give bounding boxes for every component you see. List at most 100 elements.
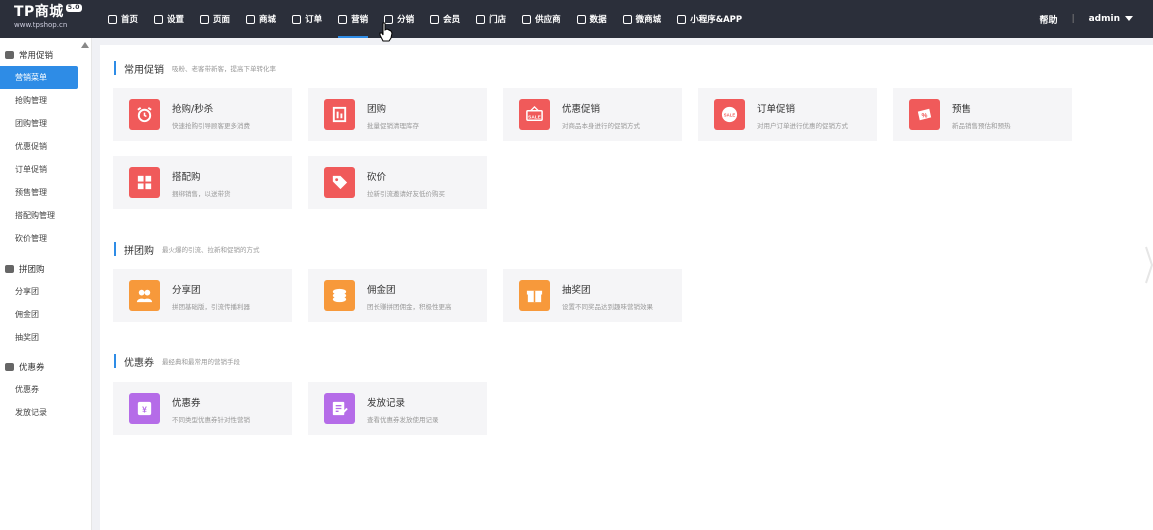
alarm-clock-icon [129, 99, 160, 130]
feature-card[interactable]: 佣金团 团长赚拼团佣金，积极性更高 [308, 269, 487, 322]
nav-label: 订单 [305, 15, 323, 25]
nav-item-1[interactable]: 设置 [146, 0, 192, 38]
sidebar-item[interactable]: 砍价管理 [0, 227, 92, 250]
nav-item-9[interactable]: 供应商 [514, 0, 569, 38]
order-icon [292, 14, 302, 24]
nav-label: 会员 [443, 15, 461, 25]
sidebar-item[interactable]: 佣金团 [0, 303, 92, 326]
nav-item-0[interactable]: 首页 [100, 0, 146, 38]
main-nav: 首页 设置 页面 商城 订单 营销 分销 会员 门店 供应商 数据 微商城 小程序&APP [100, 0, 750, 38]
store-icon [476, 14, 486, 24]
username: admin [1088, 14, 1120, 24]
sidebar-group-header[interactable]: 拼团购 [0, 258, 92, 280]
feature-card[interactable]: 发放记录 查看优惠券发放使用记录 [308, 382, 487, 435]
nav-item-8[interactable]: 门店 [468, 0, 514, 38]
section-header: 拼团购 最火爆的引流、拉新和促销的方式 [114, 242, 260, 257]
sidebar-group-header[interactable]: 常用促销 [0, 44, 92, 66]
edit-note-icon [324, 393, 355, 424]
card-description: 不同类型优惠券针对性营销 [172, 416, 250, 424]
card-title: 抢购/秒杀 [172, 104, 214, 115]
sidebar-item[interactable]: 优惠促销 [0, 135, 92, 158]
card-description: 拼团基础版，引流传播利器 [172, 303, 250, 311]
nav-item-3[interactable]: 商城 [238, 0, 284, 38]
card-description: 设置不同奖品达到趣味营销效果 [562, 303, 653, 311]
sidebar: 常用促销营销菜单 抢购管理 团购管理 优惠促销 订单促销 预售管理 搭配购管理 砍价管理拼团购… [0, 38, 92, 530]
wechat-icon [622, 14, 632, 24]
brand-name: TP商城 [14, 4, 64, 20]
nav-item-4[interactable]: 订单 [284, 0, 330, 38]
nav-item-12[interactable]: 小程序&APP [669, 0, 750, 38]
sidebar-item[interactable]: 预售管理 [0, 181, 92, 204]
feature-card[interactable]: 团购 批量促销清理库存 [308, 88, 487, 141]
sidebar-item[interactable]: 搭配购管理 [0, 204, 92, 227]
svg-text:¥: ¥ [142, 404, 147, 414]
section-description: 吸粉、老客带新客，提高下单转化率 [172, 65, 276, 73]
user-menu[interactable]: admin [1089, 14, 1133, 24]
sidebar-item[interactable]: 分享团 [0, 280, 92, 303]
sidebar-group-header[interactable]: 优惠券 [0, 356, 92, 378]
section-description: 最经典和最常用的营销手段 [162, 358, 240, 366]
card-title: 优惠促销 [562, 104, 601, 115]
gift-icon [519, 280, 550, 311]
card-title: 团购 [367, 104, 387, 115]
nav-item-2[interactable]: 页面 [192, 0, 238, 38]
main-content: 常用促销 吸粉、老客带新客，提高下单转化率抢购/秒杀 快速抢购引导顾客更多消费 团购批… [100, 45, 1153, 530]
header-right: 帮助 | admin [1040, 0, 1133, 38]
header-separator: | [1071, 14, 1075, 24]
miniprogram-icon [677, 14, 687, 24]
feature-card[interactable]: % 预售 新品销售预估和预热 [893, 88, 1072, 141]
nav-item-7[interactable]: 会员 [422, 0, 468, 38]
sale-tag-icon: SALE [519, 99, 550, 130]
sidebar-group-label: 常用促销 [19, 51, 54, 61]
nav-label: 小程序&APP [690, 15, 743, 25]
card-description: 团长赚拼团佣金，积极性更高 [367, 303, 452, 311]
feature-card[interactable]: SALE 订单促销 对用户订单进行优惠的促销方式 [698, 88, 877, 141]
chevron-down-icon [1125, 16, 1133, 21]
card-title: 抽奖团 [562, 285, 591, 296]
feature-card[interactable]: 搭配购 捆绑销售，以送带货 [113, 156, 292, 209]
sidebar-item[interactable]: 订单促销 [0, 158, 92, 181]
sidebar-item[interactable]: 营销菜单 [0, 66, 78, 89]
nav-item-11[interactable]: 微商城 [615, 0, 670, 38]
help-link[interactable]: 帮助 [1040, 13, 1058, 26]
sidebar-item[interactable]: 团购管理 [0, 112, 92, 135]
brand-logo[interactable]: TP商城 5.0 www.tpshop.cn [0, 0, 95, 38]
section-description: 最火爆的引流、拉新和促销的方式 [162, 246, 260, 254]
section-title: 优惠券 [124, 357, 154, 369]
section-title: 拼团购 [124, 245, 154, 257]
sidebar-item[interactable]: 抢购管理 [0, 89, 92, 112]
section-header: 优惠券 最经典和最常用的营销手段 [114, 354, 240, 369]
nav-label: 页面 [213, 15, 231, 25]
chevron-right-icon[interactable] [1145, 245, 1153, 285]
card-description: 捆绑销售，以送带货 [172, 190, 231, 198]
group-buy-icon [5, 265, 14, 273]
nav-label: 供应商 [535, 15, 561, 25]
feature-card[interactable]: 砍价 拉新引流邀请好友低价购买 [308, 156, 487, 209]
card-description: 对用户订单进行优惠的促销方式 [757, 122, 848, 130]
version-badge: 5.0 [65, 4, 82, 12]
feature-card[interactable]: ¥ 优惠券 不同类型优惠券针对性营销 [113, 382, 292, 435]
nav-item-5[interactable]: 营销 [330, 0, 376, 38]
nav-label: 门店 [489, 15, 507, 25]
sidebar-item[interactable]: 抽奖团 [0, 326, 92, 349]
sidebar-item[interactable]: 发放记录 [0, 401, 92, 424]
feature-card[interactable]: 抽奖团设置不同奖品达到趣味营销效果 [503, 269, 682, 322]
nav-item-10[interactable]: 数据 [569, 0, 615, 38]
svg-text:SALE: SALE [528, 114, 541, 120]
home-icon [108, 14, 117, 24]
nav-label: 分销 [397, 15, 415, 25]
feature-card[interactable]: SALE 优惠促销 对商品本身进行的促销方式 [503, 88, 682, 141]
section-title: 常用促销 [124, 64, 164, 76]
feature-card[interactable]: 分享团 拼团基础版，引流传播利器 [113, 269, 292, 322]
nav-label: 营销 [351, 15, 369, 25]
nav-label: 商城 [259, 15, 277, 25]
sidebar-group-label: 优惠券 [19, 363, 45, 373]
promotion-icon [5, 51, 14, 59]
sidebar-item[interactable]: 优惠券 [0, 378, 92, 401]
brand-url: www.tpshop.cn [14, 21, 68, 29]
percent-tag-icon: % [909, 99, 940, 130]
yen-ticket-icon: ¥ [129, 393, 160, 424]
feature-card[interactable]: 抢购/秒杀 快速抢购引导顾客更多消费 [113, 88, 292, 141]
coins-icon [324, 280, 355, 311]
card-description: 新品销售预估和预热 [952, 122, 1011, 130]
